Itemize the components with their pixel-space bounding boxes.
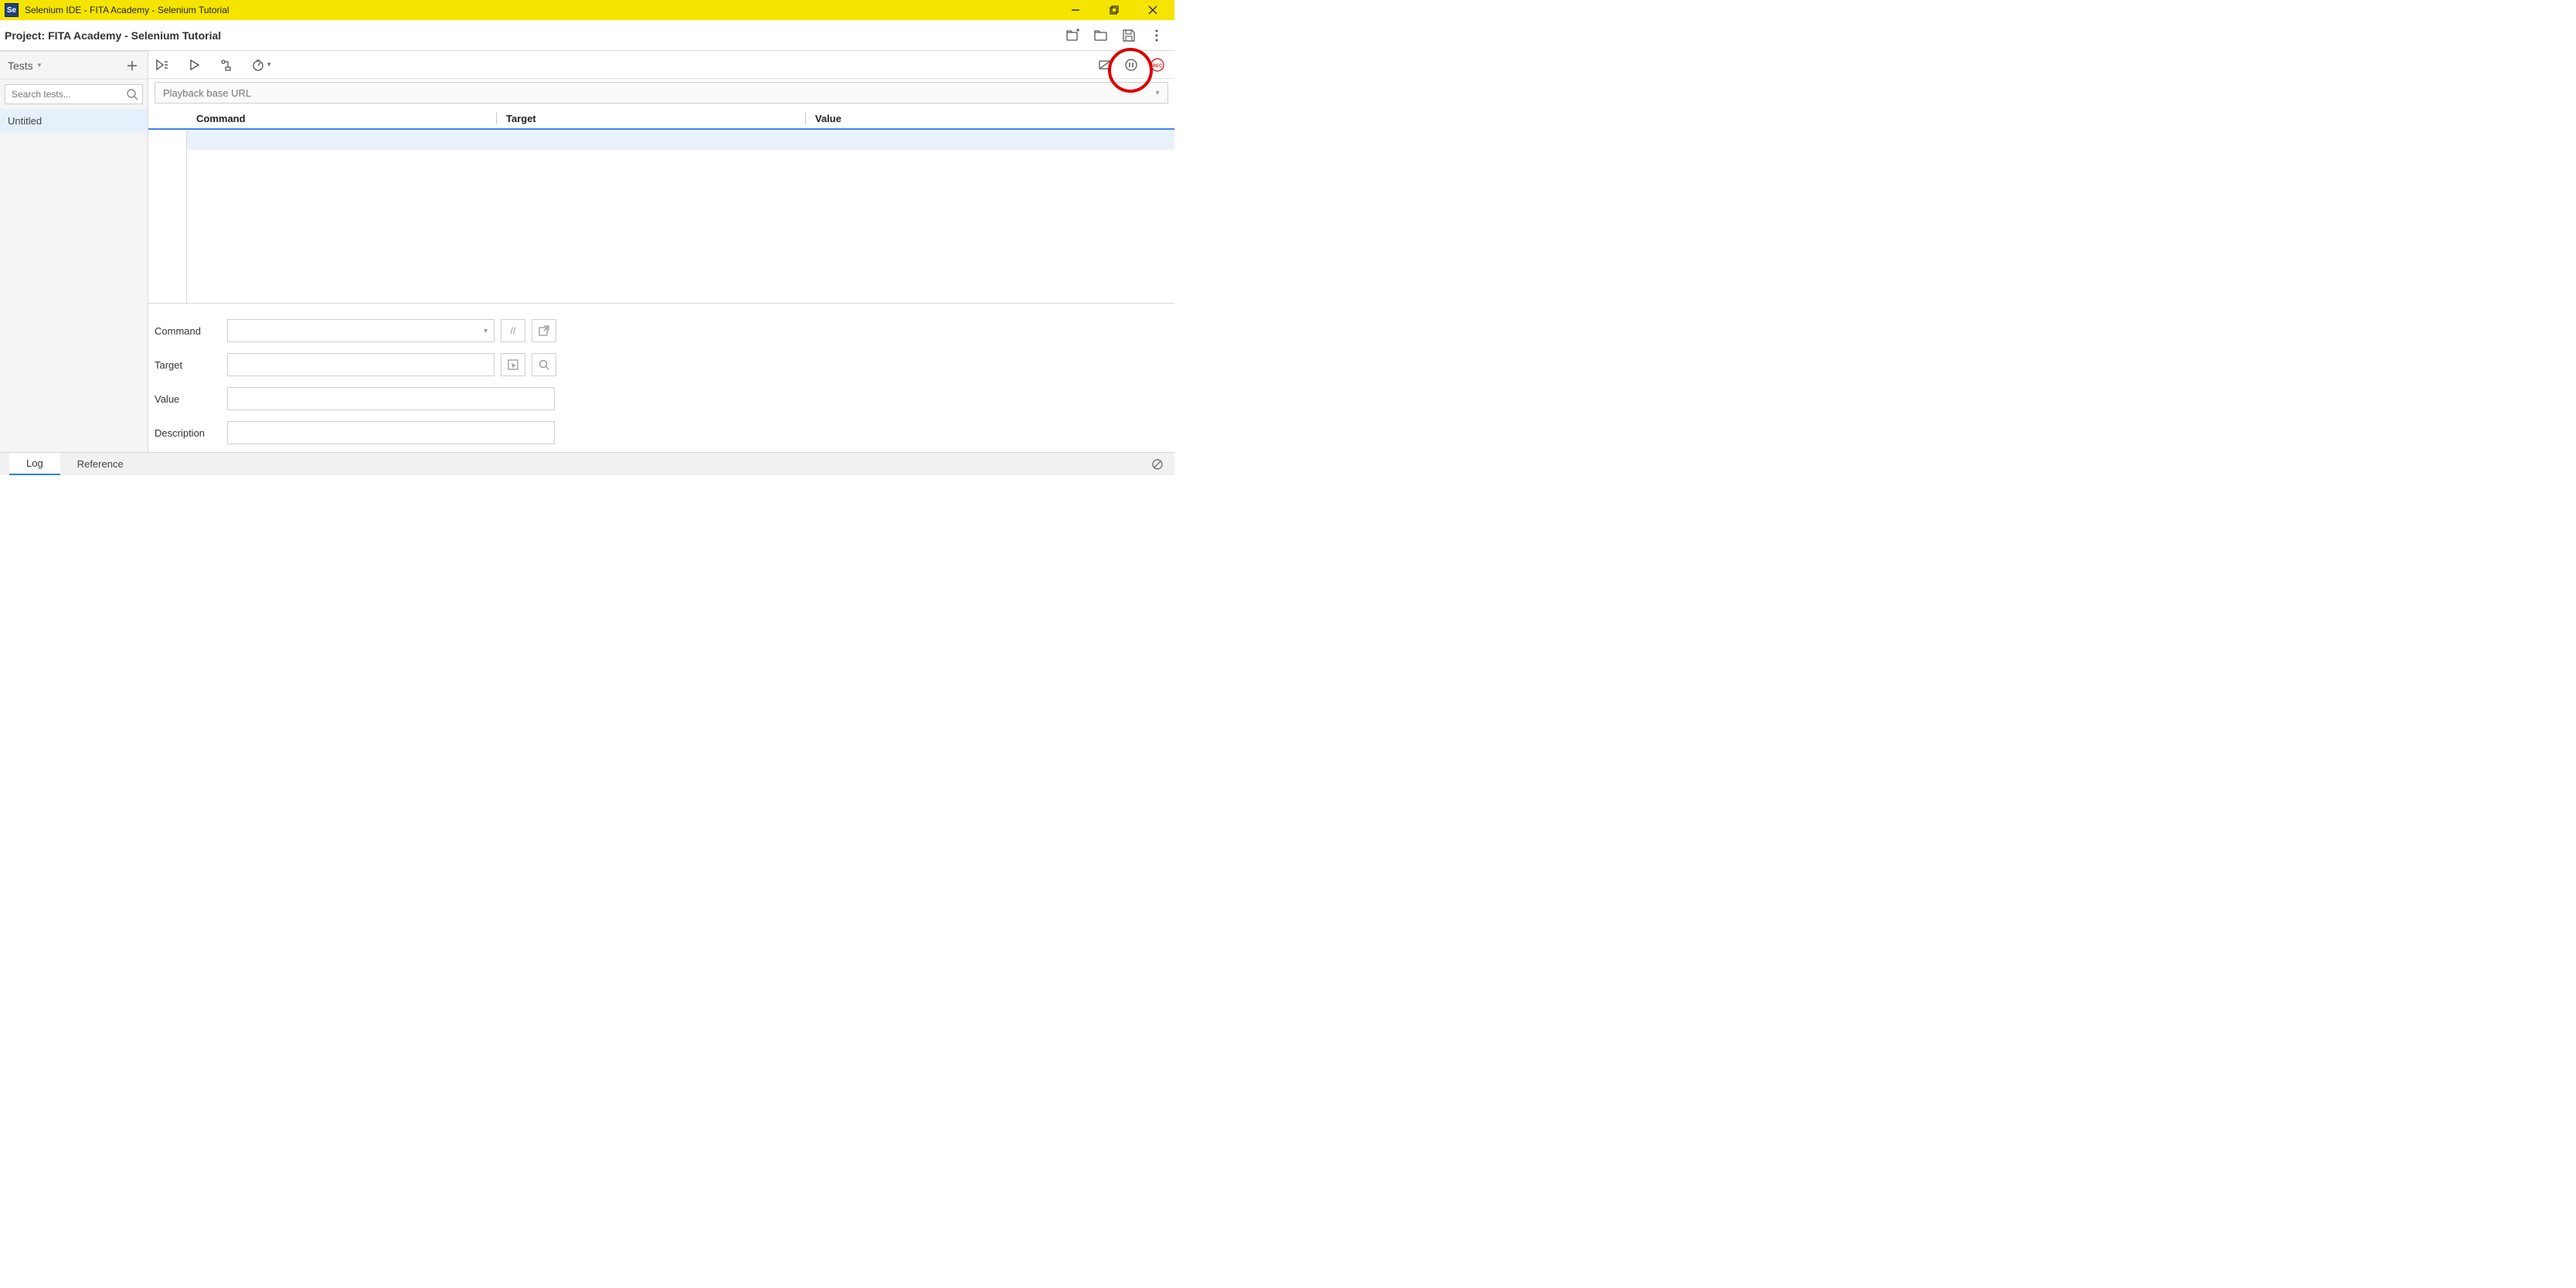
folder-icon — [1094, 29, 1108, 42]
app-icon: Se — [5, 3, 19, 17]
right-panel: ▾ — [148, 51, 1174, 452]
project-name: FITA Academy - Selenium Tutorial — [48, 29, 221, 42]
tab-log[interactable]: Log — [9, 453, 60, 475]
base-url-row: ▾ — [148, 79, 1174, 108]
search-tests-input[interactable] — [5, 84, 143, 104]
find-target-in-page-button[interactable] — [532, 353, 556, 376]
record-icon: REC — [1150, 57, 1165, 73]
clear-log-button[interactable] — [1150, 457, 1165, 472]
disable-breakpoints-icon — [1098, 58, 1112, 72]
run-toolbar: ▾ — [148, 51, 1174, 79]
record-button[interactable]: REC — [1150, 57, 1165, 73]
add-test-button[interactable] — [124, 58, 140, 73]
tests-sidebar: Tests ▾ Untitled — [0, 51, 148, 452]
search-icon — [538, 359, 550, 371]
command-table-header: Command Target Value — [148, 108, 1174, 130]
pause-icon — [1124, 58, 1138, 72]
column-header-target: Target — [496, 108, 805, 128]
description-input[interactable] — [227, 421, 555, 444]
chevron-down-icon: ▾ — [1155, 89, 1159, 97]
target-input[interactable] — [227, 353, 494, 376]
close-icon — [1148, 5, 1157, 15]
external-link-icon — [538, 325, 550, 337]
pause-on-exceptions-button[interactable] — [1123, 57, 1139, 73]
new-folder-icon — [1066, 29, 1080, 42]
project-actions — [1063, 25, 1171, 46]
editor-label-value: Value — [155, 393, 227, 405]
speed-gauge-icon — [252, 59, 264, 71]
editor-label-description: Description — [155, 427, 227, 439]
svg-text:REC: REC — [1153, 64, 1163, 69]
editor-row-command: Command ▾ // — [155, 319, 1168, 342]
editor-row-description: Description — [155, 421, 1168, 444]
project-bar: Project: FITA Academy - Selenium Tutoria… — [0, 20, 1174, 51]
steps-gutter — [148, 130, 187, 303]
play-icon — [189, 59, 201, 71]
window-titlebar: Se Selenium IDE - FITA Academy - Seleniu… — [0, 0, 1174, 20]
search-tests-wrap — [5, 84, 143, 104]
editor-row-value: Value — [155, 387, 1168, 410]
maximize-icon — [1110, 5, 1119, 15]
editor-label-target: Target — [155, 359, 227, 371]
new-project-button[interactable] — [1063, 25, 1083, 46]
plus-icon — [127, 60, 138, 71]
execution-speed-button[interactable]: ▾ — [252, 59, 271, 71]
window-controls — [1066, 2, 1162, 18]
test-item[interactable]: Untitled — [0, 109, 148, 133]
command-select[interactable]: ▾ — [227, 319, 494, 342]
disable-breakpoints-button[interactable] — [1097, 57, 1113, 73]
steps-area — [148, 130, 1174, 304]
base-url-dropdown-button[interactable]: ▾ — [1147, 89, 1167, 97]
step-over-button[interactable] — [219, 57, 235, 73]
steps-rows[interactable] — [187, 130, 1174, 303]
prohibit-icon — [1151, 458, 1164, 471]
target-select-icon — [507, 359, 519, 371]
column-header-command: Command — [187, 108, 496, 128]
base-url-input[interactable] — [155, 87, 1147, 99]
chevron-down-icon: ▾ — [484, 327, 488, 335]
command-editor: Command ▾ // — [148, 304, 1174, 452]
maximize-button[interactable] — [1105, 2, 1123, 18]
open-new-window-button[interactable] — [532, 319, 556, 342]
step-icon — [220, 58, 234, 72]
close-button[interactable] — [1144, 2, 1162, 18]
more-menu-button[interactable] — [1147, 25, 1167, 46]
column-header-value: Value — [805, 108, 1174, 128]
run-all-tests-button[interactable] — [155, 57, 170, 73]
bottom-bar: Log Reference — [0, 452, 1174, 475]
tests-list: Untitled — [0, 109, 148, 452]
editor-label-command: Command — [155, 325, 227, 337]
chevron-down-icon: ▾ — [267, 60, 271, 69]
value-input[interactable] — [227, 387, 555, 410]
save-icon — [1122, 29, 1136, 42]
kebab-icon — [1150, 29, 1164, 42]
minimize-icon — [1071, 5, 1080, 15]
slash-slash-icon: // — [511, 325, 516, 336]
project-label: Project: — [5, 29, 45, 42]
sidebar-header: Tests ▾ — [0, 52, 148, 80]
chevron-down-icon: ▾ — [38, 61, 42, 70]
search-icon — [126, 88, 138, 100]
tests-dropdown-label: Tests — [8, 59, 33, 72]
tests-dropdown[interactable]: Tests ▾ — [8, 59, 41, 72]
open-project-button[interactable] — [1091, 25, 1111, 46]
select-target-in-page-button[interactable] — [501, 353, 525, 376]
toggle-comment-button[interactable]: // — [501, 319, 525, 342]
editor-row-target: Target — [155, 353, 1168, 376]
step-row[interactable] — [187, 130, 1174, 150]
base-url-field: ▾ — [155, 82, 1168, 104]
tab-reference[interactable]: Reference — [60, 454, 141, 474]
save-project-button[interactable] — [1119, 25, 1139, 46]
main-area: Tests ▾ Untitled — [0, 51, 1174, 452]
minimize-button[interactable] — [1066, 2, 1085, 18]
play-all-icon — [155, 58, 169, 72]
window-title: Selenium IDE - FITA Academy - Selenium T… — [25, 5, 1066, 15]
run-current-test-button[interactable] — [187, 57, 202, 73]
